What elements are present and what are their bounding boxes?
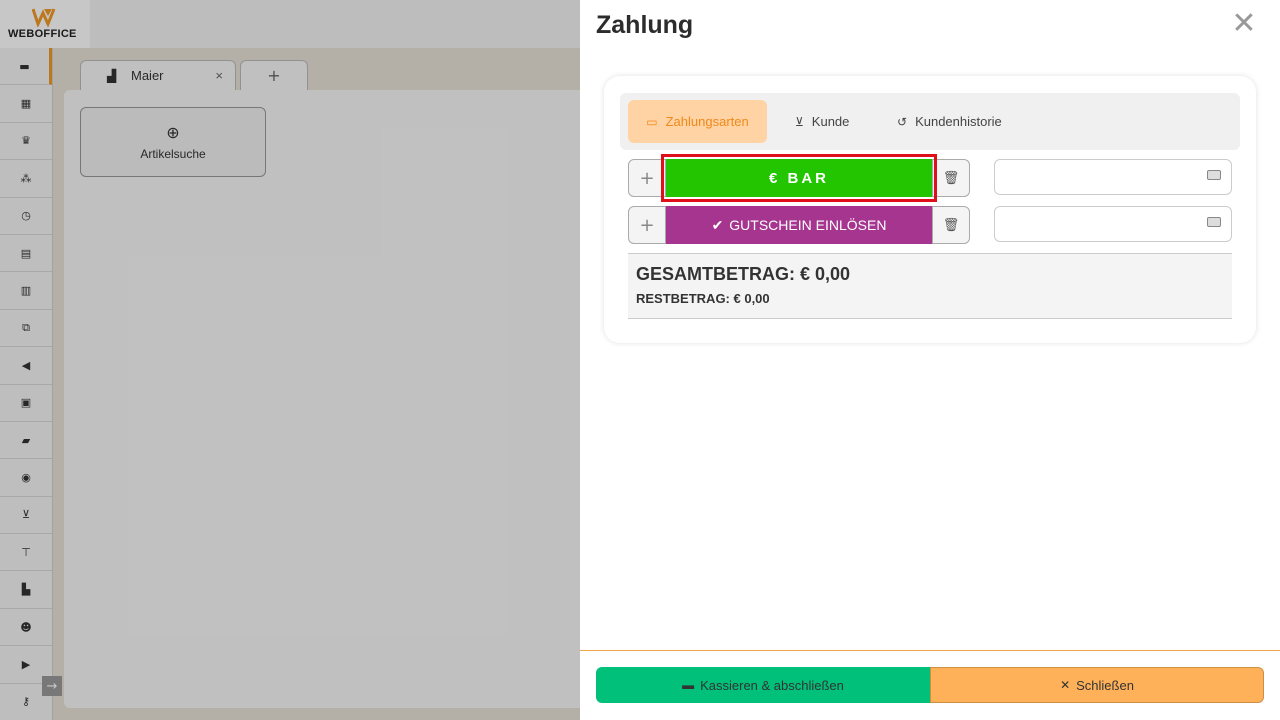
- tab-label: Kunde: [811, 114, 850, 129]
- kassieren-label: Kassieren & abschließen: [700, 677, 844, 693]
- bar-amount-input[interactable]: [995, 160, 1195, 194]
- totals-box: GESAMTBETRAG: € 0,00 RESTBETRAG: € 0,00: [628, 253, 1232, 319]
- trash-icon: 🗑: [942, 170, 960, 186]
- history-icon: ↺: [897, 114, 908, 129]
- payment-row-bar: + € BAR 🗑: [628, 159, 970, 197]
- payment-panel: Zahlung ✕ ▭ Zahlungsarten ⊻ Kunde ↺ Kund…: [580, 0, 1280, 720]
- close-icon: ✕: [1060, 678, 1071, 692]
- gutschein-button[interactable]: ✔ GUTSCHEIN EINLÖSEN: [666, 206, 932, 244]
- total-amount: GESAMTBETRAG: € 0,00: [636, 264, 851, 284]
- plus-button[interactable]: +: [628, 159, 666, 197]
- trash-icon: 🗑: [942, 217, 960, 233]
- close-icon[interactable]: ✕: [1230, 9, 1258, 39]
- tab-label: Kundenhistorie: [915, 114, 1002, 129]
- gutschein-label: GUTSCHEIN EINLÖSEN: [729, 217, 887, 233]
- tab-kundenhistorie[interactable]: ↺ Kundenhistorie: [897, 100, 1002, 143]
- footer-divider: [580, 650, 1280, 651]
- check-icon: ✔: [711, 216, 724, 233]
- cash-icon: [1207, 170, 1221, 180]
- schliessen-button[interactable]: ✕ Schließen: [930, 667, 1264, 703]
- cash-icon: [1207, 217, 1221, 227]
- payment-card: ▭ Zahlungsarten ⊻ Kunde ↺ Kundenhistorie…: [604, 76, 1256, 343]
- gutschein-amount-input[interactable]: [995, 207, 1195, 241]
- payment-tabs: ▭ Zahlungsarten ⊻ Kunde ↺ Kundenhistorie: [620, 93, 1240, 150]
- payment-row-gutschein: + ✔ GUTSCHEIN EINLÖSEN 🗑: [628, 206, 970, 244]
- page-title: Zahlung: [596, 11, 694, 39]
- bar-payment-button[interactable]: € BAR: [666, 159, 932, 197]
- delete-button[interactable]: 🗑: [932, 206, 970, 244]
- tab-zahlungsarten[interactable]: ▭ Zahlungsarten: [628, 100, 767, 143]
- schliessen-label: Schließen: [1076, 677, 1134, 693]
- gutschein-amount-field[interactable]: [994, 206, 1232, 242]
- tab-label: Zahlungsarten: [665, 114, 749, 129]
- ticket-icon: ▭: [646, 114, 658, 129]
- modal-backdrop[interactable]: [0, 0, 580, 720]
- kassieren-button[interactable]: ▬ Kassieren & abschließen: [596, 667, 930, 703]
- cash-register-icon: ▬: [682, 678, 695, 692]
- delete-button[interactable]: 🗑: [932, 159, 970, 197]
- bar-amount-field[interactable]: [994, 159, 1232, 195]
- plus-button[interactable]: +: [628, 206, 666, 244]
- tab-kunde[interactable]: ⊻ Kunde: [795, 100, 849, 143]
- remaining-amount: RESTBETRAG: € 0,00: [636, 291, 770, 306]
- cart-icon: ⊻: [795, 114, 804, 129]
